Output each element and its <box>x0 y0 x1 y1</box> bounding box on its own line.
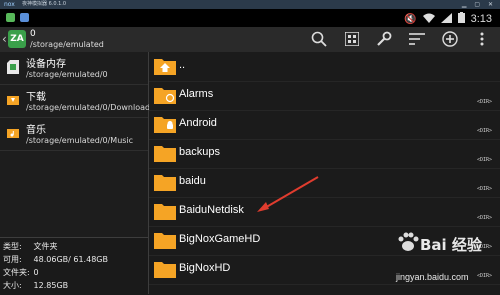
location-item-download[interactable]: 下载 /storage/emulated/0/Download <box>0 85 151 118</box>
search-button[interactable] <box>307 28 331 50</box>
status-time: 3:13 <box>470 13 492 25</box>
dir-tag: <DIR> <box>476 186 492 192</box>
alarm-folder-icon <box>154 88 176 104</box>
more-vertical-icon <box>480 32 484 46</box>
emulator-title: 夜神模拟器 6.0.1.0 <box>22 1 67 7</box>
folder-icon <box>154 204 176 220</box>
add-circle-icon <box>442 31 458 47</box>
folder-icon <box>154 146 176 162</box>
search-icon <box>311 31 327 47</box>
download-folder-icon <box>7 96 19 105</box>
file-name: BigNoxGameHD <box>179 233 261 245</box>
dir-tag: <DIR> <box>476 215 492 221</box>
file-name: BaiduNetdisk <box>179 204 244 216</box>
list-item[interactable]: baidu <DIR> <box>149 168 500 198</box>
back-chevron-icon[interactable]: ‹ <box>2 32 7 46</box>
signal-icon <box>440 12 452 26</box>
dir-tag: <DIR> <box>476 157 492 163</box>
folder-icon <box>154 262 176 278</box>
dir-tag: <DIR> <box>476 99 492 105</box>
parent-folder-icon <box>154 59 176 75</box>
info-size: 大小: 12.85GB <box>3 281 69 290</box>
sd-card-icon <box>7 60 19 74</box>
location-name: 音乐 <box>26 125 46 136</box>
info-folders: 文件夹: 0 <box>3 268 39 277</box>
info-available: 可用: 48.06GB/ 61.48GB <box>3 255 108 264</box>
file-name: .. <box>179 59 186 71</box>
grid-icon <box>345 32 359 46</box>
location-item-internal[interactable]: 设备内存 /storage/emulated/0 <box>0 52 148 85</box>
list-item[interactable]: backups <DIR> <box>149 139 500 169</box>
list-item-parent[interactable]: .. <box>149 52 500 82</box>
emulator-title-bar: nox 夜神模拟器 6.0.1.0 ▁ ▢ ✕ <box>0 0 500 9</box>
watermark-title: Bai 经验 <box>420 236 482 254</box>
app-icon[interactable]: ZA <box>8 30 26 48</box>
storage-info-panel: 类型: 文件夹 可用: 48.06GB/ 61.48GB 文件夹: 0 大小: … <box>0 237 148 295</box>
list-item[interactable]: Alarms <DIR> <box>149 81 500 111</box>
wrench-icon <box>377 31 392 46</box>
add-button[interactable] <box>438 28 462 50</box>
more-options-button[interactable] <box>470 28 494 50</box>
location-path: /storage/emulated/0 <box>26 70 108 79</box>
watermark-url: jingyan.baidu.com <box>396 272 469 282</box>
toolbar-count: 0 <box>30 29 36 39</box>
mute-icon: 🔇 <box>404 13 417 25</box>
notification-icon <box>20 13 29 22</box>
tools-button[interactable] <box>372 28 396 50</box>
list-item[interactable]: Android <DIR> <box>149 110 500 140</box>
baidu-watermark: Bai 经验 jingyan.baidu.com <box>390 228 498 292</box>
notification-icon <box>6 13 15 22</box>
sort-icon <box>409 33 425 45</box>
emulator-window-controls[interactable]: ▁ ▢ ✕ <box>462 0 496 9</box>
location-name: 下载 <box>26 92 46 103</box>
locations-pane: 设备内存 /storage/emulated/0 下载 /storage/emu… <box>0 52 151 295</box>
annotation-arrow <box>257 176 319 212</box>
file-name: Android <box>179 117 217 129</box>
file-name: Alarms <box>179 88 214 100</box>
view-mode-button[interactable] <box>340 28 364 50</box>
list-item[interactable]: BaiduNetdisk <DIR> <box>149 197 500 227</box>
file-name: BigNoxHD <box>179 262 231 274</box>
status-bar: 🔇 3:13 <box>0 9 500 27</box>
wifi-icon <box>422 13 435 26</box>
dir-tag: <DIR> <box>476 128 492 134</box>
location-name: 设备内存 <box>26 59 66 70</box>
file-name: backups <box>179 146 220 158</box>
sort-button[interactable] <box>405 28 429 50</box>
folder-icon <box>154 233 176 249</box>
android-folder-icon <box>154 117 176 133</box>
location-item-music[interactable]: 音乐 /storage/emulated/0/Music <box>0 118 148 151</box>
file-name: baidu <box>179 175 206 187</box>
location-path: /storage/emulated/0/Music <box>26 136 134 145</box>
app-toolbar: ‹ ZA 0 /storage/emulated <box>0 27 500 53</box>
paw-logo-icon <box>398 232 419 251</box>
folder-icon <box>154 175 176 191</box>
info-type: 类型: 文件夹 <box>3 242 58 251</box>
emulator-logo: nox <box>4 1 15 8</box>
music-folder-icon <box>7 129 19 138</box>
toolbar-path: /storage/emulated <box>30 40 104 49</box>
battery-icon <box>457 12 465 26</box>
location-path: /storage/emulated/0/Download <box>26 103 151 112</box>
